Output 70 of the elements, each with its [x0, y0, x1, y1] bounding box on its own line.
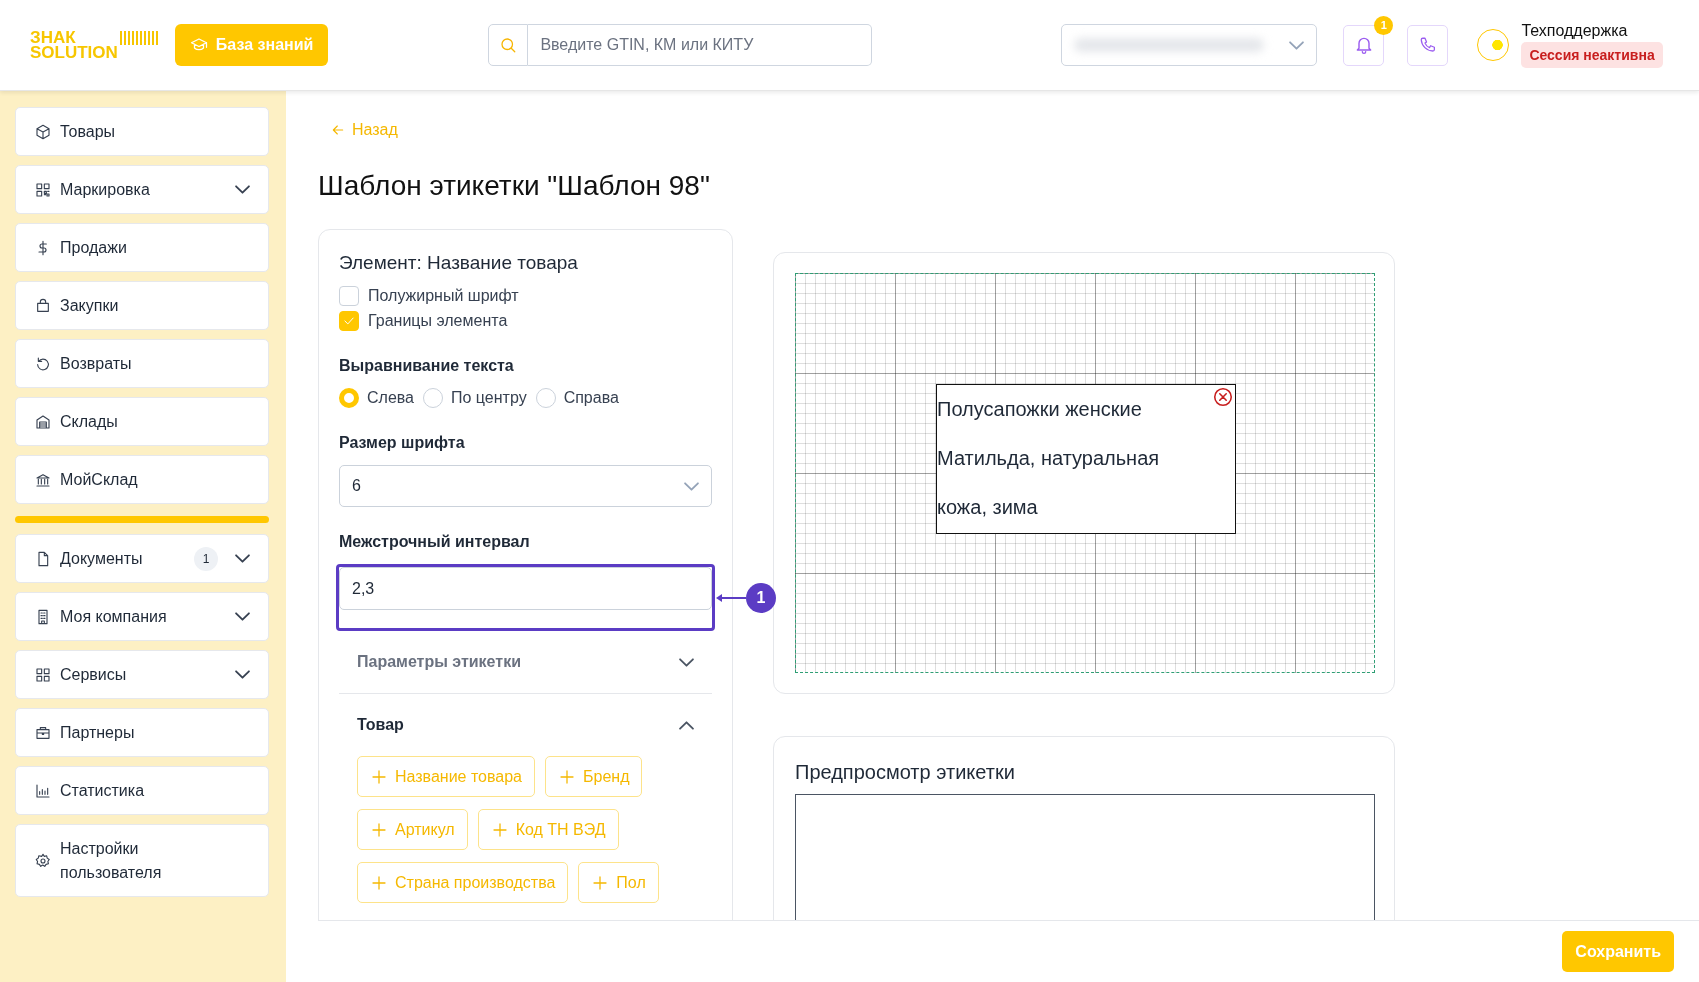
chevron-down-icon — [679, 657, 694, 667]
warehouse-icon — [35, 413, 51, 430]
chevron-up-icon — [679, 720, 694, 730]
count-badge: 1 — [194, 546, 218, 571]
chevron-down-icon — [684, 481, 699, 491]
cube-icon — [35, 123, 51, 140]
line-spacing-field[interactable]: 2,3 — [339, 567, 712, 610]
shopping-bag-icon — [35, 297, 51, 314]
search-button[interactable] — [488, 24, 529, 66]
logo-text: ЗНАК — [30, 30, 76, 45]
sidebar-item[interactable]: МойСклад — [15, 455, 269, 504]
sidebar-item[interactable]: Документы 1 — [15, 534, 269, 583]
building-icon — [35, 608, 51, 625]
bank-icon — [35, 471, 51, 488]
sidebar-item[interactable]: Возвраты — [15, 339, 269, 388]
arrow-left-icon — [330, 122, 346, 138]
sidebar-item[interactable]: Моя компания — [15, 592, 269, 641]
font-size-select[interactable]: 6 — [339, 465, 712, 507]
logo-text: SOLUTION — [30, 45, 118, 60]
label-canvas[interactable]: Полусапожки женские Матильда, натуральная кожа, зима — [795, 273, 1375, 673]
checkbox-label: Полужирный шрифт — [368, 287, 519, 305]
sidebar-item[interactable]: Сервисы — [15, 650, 269, 699]
qr-code-icon — [35, 181, 51, 198]
accordion-header[interactable]: Товар — [339, 694, 712, 756]
element-heading: Элемент: Название товара — [339, 252, 579, 274]
sidebar-item[interactable]: Товары — [15, 107, 269, 156]
search-icon — [499, 36, 518, 54]
sidebar-item[interactable]: Статистика — [15, 766, 269, 815]
annotation-arrow — [716, 593, 746, 603]
close-icon — [1212, 386, 1234, 408]
radio-label: По центру — [451, 389, 527, 407]
chevron-down-icon — [1289, 40, 1305, 50]
phone-icon — [1418, 36, 1437, 54]
briefcase-icon — [35, 724, 51, 741]
field-label: Выравнивание текста — [339, 357, 515, 375]
checkbox[interactable] — [339, 311, 359, 331]
grid-icon — [35, 666, 51, 683]
sidebar-item[interactable]: Закупки — [15, 281, 269, 330]
company-select[interactable] — [1061, 24, 1318, 66]
delete-button[interactable] — [1212, 386, 1234, 408]
element-text: кожа, зима — [937, 495, 1039, 520]
field-label: Межстрочный интервал — [339, 533, 531, 551]
radio-label: Справа — [563, 389, 619, 407]
radio-button[interactable] — [339, 388, 359, 408]
text-element[interactable]: Полусапожки женские Матильда, натуральная кожа, зима — [936, 384, 1236, 534]
checkbox-label: Границы элемента — [368, 312, 508, 330]
element-text: Полусапожки женские — [937, 397, 1143, 422]
settings-icon — [35, 852, 51, 869]
accordion-header[interactable]: Параметры этикетки — [339, 631, 712, 693]
page-title: Шаблон этикетки "Шаблон 98" — [318, 170, 711, 202]
undo-icon — [35, 355, 51, 372]
sidebar-item[interactable]: Продажи — [15, 223, 269, 272]
element-text: Матильда, натуральная — [937, 446, 1161, 471]
annotation-marker: 1 — [746, 583, 776, 613]
sidebar-item[interactable]: Склады — [15, 397, 269, 446]
session-status-badge: Сессия неактивна — [1521, 42, 1663, 68]
user-name: Техподдержка — [1521, 22, 1628, 40]
radio-label: Слева — [367, 389, 414, 407]
document-icon — [35, 550, 51, 567]
phone-button[interactable] — [1407, 24, 1449, 66]
checkbox[interactable] — [339, 286, 359, 306]
avatar-icon — [1477, 29, 1510, 61]
preview-title: Предпросмотр этикетки — [795, 761, 1016, 784]
sidebar-item[interactable]: Партнеры — [15, 708, 269, 757]
search-field[interactable]: Введите GTIN, КМ или КИТУ — [528, 24, 873, 66]
sidebar-item[interactable]: Настройки пользователя — [15, 824, 269, 897]
field-label: Размер шрифта — [339, 434, 466, 452]
bar-chart-icon — [35, 782, 51, 799]
notification-badge: 1 — [1374, 15, 1394, 35]
sidebar-item[interactable]: Маркировка — [15, 165, 269, 214]
